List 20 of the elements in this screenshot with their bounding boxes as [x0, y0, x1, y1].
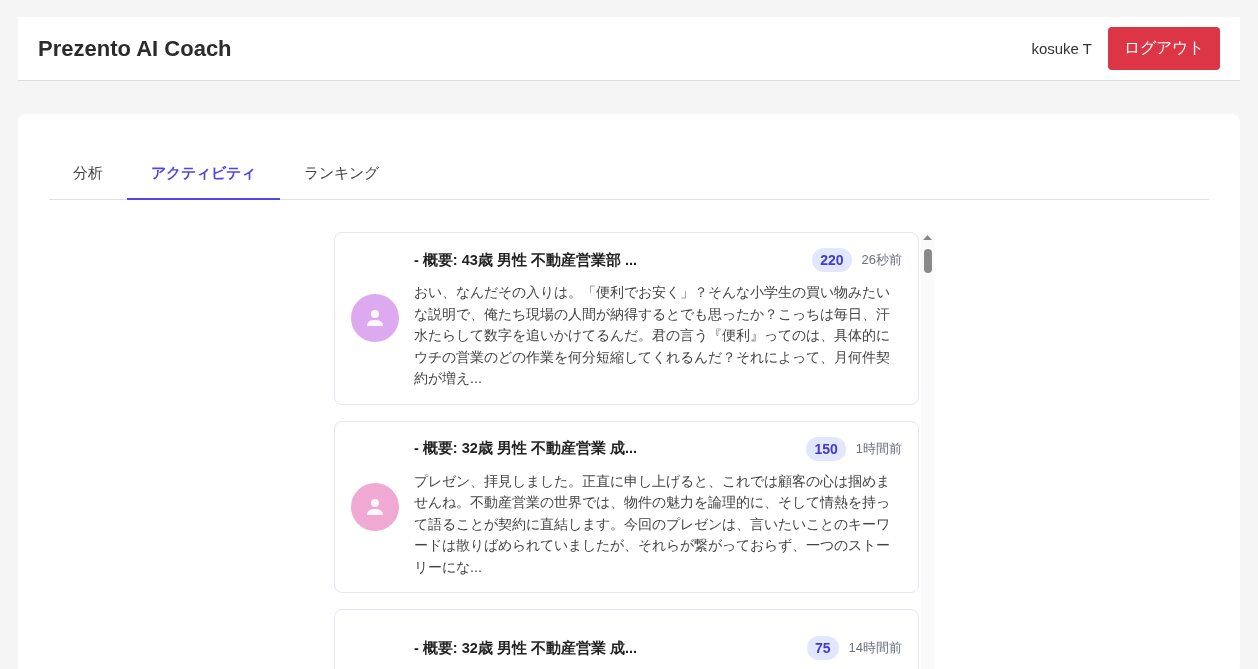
- person-icon: [366, 497, 384, 516]
- person-icon: [366, 309, 384, 328]
- score-badge: 75: [806, 636, 839, 660]
- activity-title: - 概要: 32歳 男性 不動産営業 成...: [414, 439, 638, 458]
- score-badge: 220: [812, 248, 852, 272]
- feedback-text: おい、なんだその入りは。「便利でお安く」？そんな小学生の買い物みたいな説明で、俺たち現場の人間が納得するとでも思ったか？こっちは毎日、汗水たらして数字を追いかけてるんだ。君の言う『便利』ってのは、具体的にウチの営業のどの作業を何分短縮してくれるんだ？それによって、月何件契約が増え...: [414, 283, 891, 388]
- timestamp: 14時間前: [848, 639, 902, 657]
- feedback-text: プレゼン、拝見しました。正直に申し上げると、これでは顧客の心は掴めませんね。不動産営業の世界では、物件の魅力を論理的に、そして情熱を持って語ることが契約に直結します。今回のプレゼンは、言いたいことのキーワードは散りばめられていましたが、それらが繋がっておらず、一つのストーリーにな...: [414, 471, 891, 577]
- timestamp: 1時間前: [855, 439, 902, 458]
- timestamp: 26秒前: [861, 251, 902, 269]
- tab[interactable]: ランキング: [280, 152, 403, 200]
- user-name: kosuke T: [1031, 40, 1092, 57]
- tab[interactable]: 分析: [49, 152, 127, 200]
- app-title: Prezento AI Coach: [38, 35, 232, 62]
- score-badge: 150: [806, 436, 846, 461]
- activity-title: - 概要: 32歳 男性 不動産営業 成...: [414, 638, 638, 658]
- scrollbar[interactable]: [921, 232, 934, 274]
- logout-button[interactable]: ログアウト: [1108, 27, 1220, 70]
- tab[interactable]: アクティビティ: [127, 152, 280, 200]
- activity-title: - 概要: 43歳 男性 不動産営業部 ...: [414, 250, 638, 270]
